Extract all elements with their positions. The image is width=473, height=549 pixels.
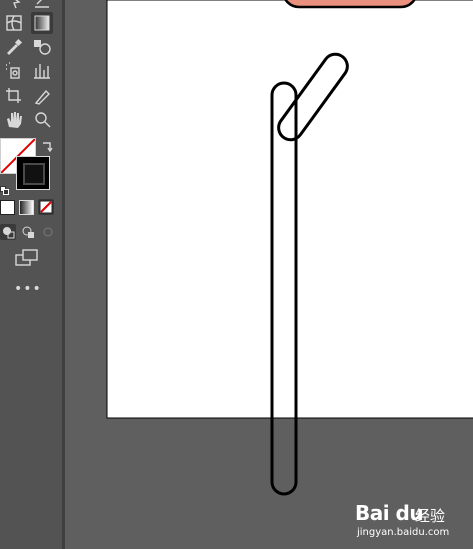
- rounded-rectangle-shape[interactable]: [283, 0, 417, 9]
- shape-builder-icon[interactable]: [31, 36, 53, 58]
- symbol-sprayer-icon[interactable]: [3, 60, 25, 82]
- canvas-artwork[interactable]: [65, 0, 473, 549]
- default-fill-stroke-icon[interactable]: [0, 180, 9, 195]
- screen-mode-icon[interactable]: [15, 249, 39, 267]
- draw-inside-icon[interactable]: [40, 224, 56, 240]
- draw-behind-icon[interactable]: [20, 224, 36, 240]
- none-mode-button[interactable]: [38, 199, 54, 215]
- eyedropper-icon[interactable]: [3, 36, 25, 58]
- gradient-mode-button[interactable]: [19, 200, 34, 215]
- draw-normal-icon[interactable]: [0, 224, 16, 240]
- swap-fill-stroke-icon[interactable]: [40, 138, 54, 153]
- watermark-brand: Bai du: [355, 501, 424, 525]
- stroke-swatch[interactable]: [16, 156, 50, 190]
- direct-select-icon[interactable]: [3, 0, 25, 12]
- slice-icon[interactable]: [31, 85, 53, 107]
- watermark-brand-suffix: 经验: [415, 507, 446, 525]
- baidu-jingyan-watermark: Bai du 经验 jingyan.baidu.com: [355, 495, 473, 547]
- mesh-icon[interactable]: [3, 12, 25, 34]
- edit-toolbar-button[interactable]: •••: [14, 281, 41, 297]
- column-graph-icon[interactable]: [31, 60, 53, 82]
- pen-icon[interactable]: [31, 0, 53, 12]
- canvas-workspace[interactable]: Bai du 经验 jingyan.baidu.com: [65, 0, 473, 549]
- color-mode-button[interactable]: [0, 200, 15, 215]
- tools-panel: •••: [0, 0, 62, 549]
- magnifier-icon[interactable]: [31, 109, 53, 131]
- watermark-domain: jingyan.baidu.com: [357, 527, 450, 538]
- artboard-icon[interactable]: [3, 85, 25, 107]
- hand-icon[interactable]: [3, 109, 25, 131]
- artboard[interactable]: [106, 0, 473, 419]
- gradient-icon[interactable]: [31, 12, 53, 34]
